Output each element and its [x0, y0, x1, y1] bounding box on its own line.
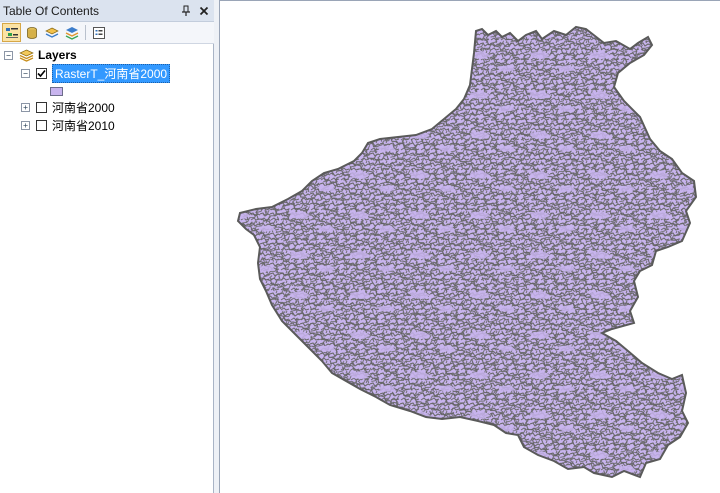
- layer-item-henan-2000[interactable]: + 河南省2000: [21, 98, 115, 116]
- table-of-contents-panel: Table Of Contents − Layers − RasterT_河南省…: [0, 0, 214, 493]
- pin-icon[interactable]: [178, 3, 194, 19]
- layer-label[interactable]: 河南省2010: [52, 117, 115, 134]
- options-icon[interactable]: [89, 23, 108, 42]
- layer-label[interactable]: 河南省2000: [52, 99, 115, 116]
- close-icon[interactable]: [196, 3, 212, 19]
- layer-item-rastert[interactable]: − RasterT_河南省2000: [21, 63, 171, 83]
- list-by-source-icon[interactable]: [22, 23, 41, 42]
- layer-visibility-checkbox[interactable]: [36, 119, 47, 131]
- collapse-icon[interactable]: −: [4, 50, 13, 60]
- toc-header: Table Of Contents: [0, 0, 214, 22]
- toc-toolbar: [0, 22, 214, 44]
- layers-root[interactable]: − Layers: [4, 46, 77, 64]
- expand-icon[interactable]: +: [21, 120, 30, 130]
- legend-patch[interactable]: [50, 86, 63, 96]
- henan-map: [237, 26, 697, 478]
- layer-label[interactable]: RasterT_河南省2000: [52, 63, 171, 83]
- expand-icon[interactable]: +: [21, 102, 30, 112]
- list-by-visibility-icon[interactable]: [42, 23, 61, 42]
- toolbar-separator: [85, 25, 86, 40]
- collapse-icon[interactable]: −: [21, 68, 30, 78]
- list-by-selection-icon[interactable]: [62, 23, 81, 42]
- layer-visibility-checkbox[interactable]: [36, 101, 47, 113]
- layer-tree: − Layers − RasterT_河南省2000 + 河南省2000 + 河…: [0, 44, 214, 493]
- list-by-drawing-order-icon[interactable]: [2, 23, 21, 42]
- toc-title: Table Of Contents: [3, 3, 100, 18]
- layer-item-henan-2010[interactable]: + 河南省2010: [21, 116, 115, 134]
- layer-visibility-checkbox[interactable]: [36, 67, 47, 79]
- map-view[interactable]: [219, 0, 720, 493]
- layers-root-label: Layers: [38, 48, 77, 62]
- layers-icon: [19, 49, 34, 62]
